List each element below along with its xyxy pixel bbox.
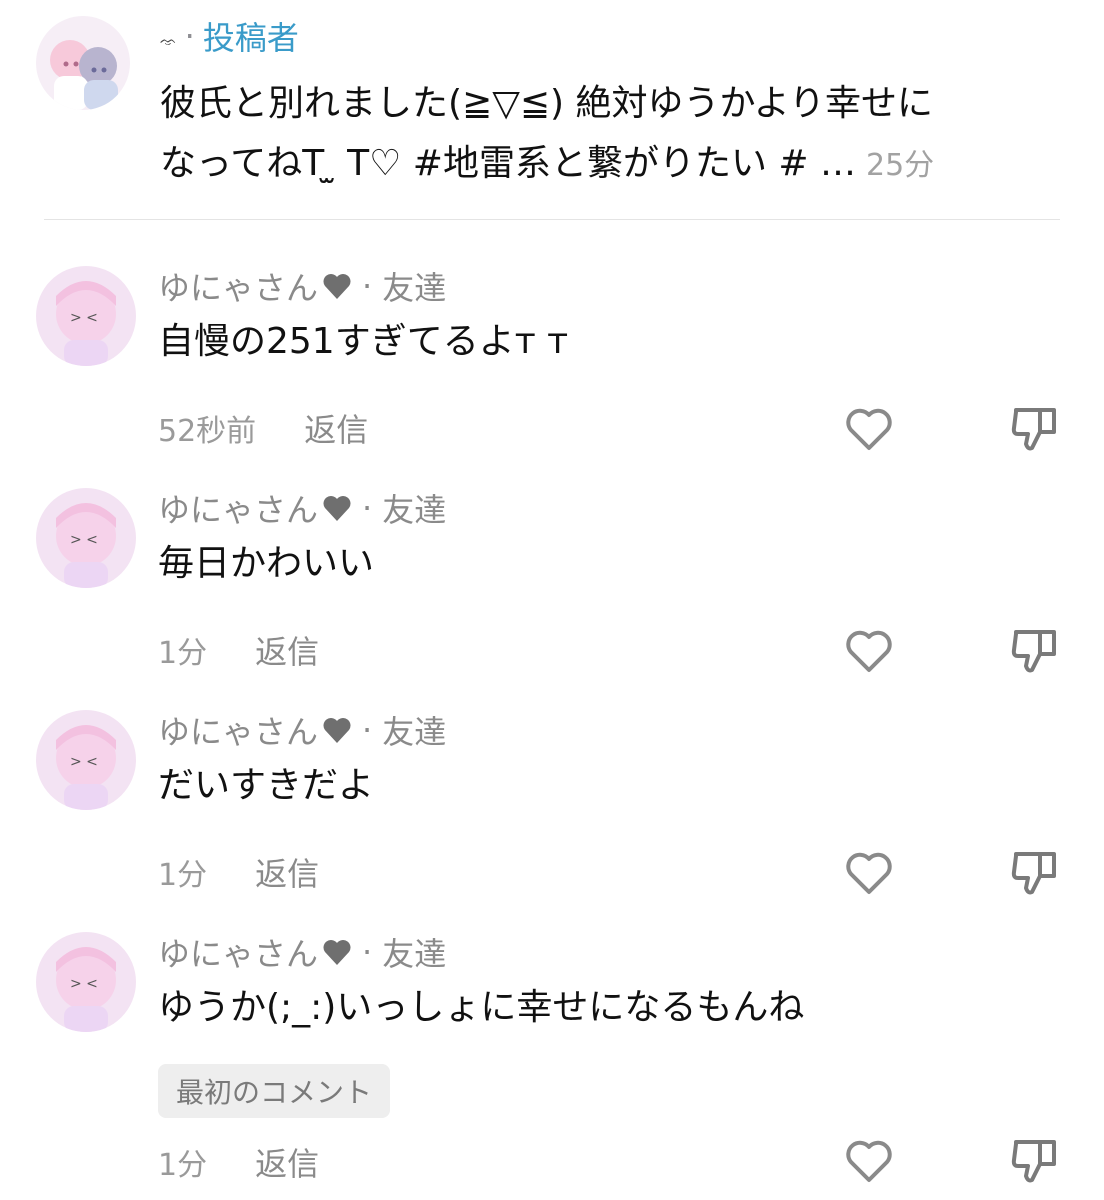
heart-outline-icon[interactable] [844,1138,894,1184]
comment-meta: 52秒前 返信 [158,405,368,451]
relation-label: 友達 [382,935,447,973]
heart-outline-icon[interactable] [844,406,894,452]
heart-icon [323,940,351,965]
heart-icon [323,496,351,521]
commenter-name-row: ゆにゃさん · 友達 [158,485,447,531]
commenter-avatar[interactable]: > < [36,932,136,1032]
comment-text[interactable]: だいすきだよ [158,756,374,808]
svg-text:> <: > < [70,754,98,770]
comment-text[interactable]: ゆうか(;_:)いっしょに幸せになるもんね [158,978,804,1030]
comment-time: 52秒前 [158,414,257,449]
heart-outline-icon[interactable] [844,628,894,674]
commenter-name[interactable]: ゆにゃさん [158,707,318,753]
name-separator: · [362,489,373,527]
thumbs-down-icon[interactable] [1010,404,1062,454]
comment-meta: 1分 返信 [158,1139,319,1185]
poster-handle[interactable]: ᨎ [160,33,177,49]
heart-icon [323,274,351,299]
svg-text:> <: > < [70,976,98,992]
commenter-name-row: ゆにゃさん · 友達 [158,929,447,975]
post-caption-line-2: なってねT ̫ T♡ #地雷系と繋がりたい # … 25分 [160,134,1050,196]
first-comment-badge: 最初のコメント [158,1064,391,1118]
commenter-avatar[interactable]: > < [36,488,136,588]
reply-button[interactable]: 返信 [255,849,319,895]
relation-label: 友達 [382,491,447,529]
comment-time: 1分 [158,636,208,671]
heart-icon [323,718,351,743]
thumbs-down-icon[interactable] [1010,848,1062,898]
relation-label: 友達 [382,269,447,307]
reply-button[interactable]: 返信 [255,627,319,673]
name-separator: · [362,933,373,971]
commenter-name[interactable]: ゆにゃさん [158,263,318,309]
comment-meta: 1分 返信 [158,627,319,673]
reply-button[interactable]: 返信 [304,405,368,451]
thumbs-down-icon[interactable] [1010,626,1062,676]
poster-avatar[interactable] [36,16,130,110]
relation-label: 友達 [382,713,447,751]
commenter-name-row: ゆにゃさん · 友達 [158,263,447,309]
post-caption-line-1: 彼氏と別れました(≧▽≦) 絶対ゆうかより幸せに [160,83,934,124]
svg-text:> <: > < [70,310,98,326]
commenter-name-row: ゆにゃさん · 友達 [158,707,447,753]
comment-text[interactable]: 毎日かわいい [158,534,374,586]
commenter-name[interactable]: ゆにゃさん [158,929,318,975]
name-separator: · [362,267,373,305]
commenter-avatar[interactable]: > < [36,266,136,366]
comment-time: 1分 [158,1148,208,1183]
divider [44,219,1060,220]
commenter-avatar[interactable]: > < [36,710,136,810]
comment-time: 1分 [158,858,208,893]
comment-text[interactable]: 自慢の251すぎてるよт т [158,312,568,364]
poster-role-label: 投稿者 [202,19,299,57]
post-time: 25分 [866,148,935,183]
thumbs-down-icon[interactable] [1010,1136,1062,1186]
commenter-name[interactable]: ゆにゃさん [158,485,318,531]
post-caption[interactable]: 彼氏と別れました(≧▽≦) 絶対ゆうかより幸せに なってねT ̫ T♡ #地雷系… [160,74,1050,196]
post-caption-line-2-text: なってねT ̫ T♡ #地雷系と繋がりたい # … [160,143,856,184]
poster-name-row: ᨎ · 投稿者 [160,16,299,57]
name-separator: · [362,711,373,749]
heart-outline-icon[interactable] [844,850,894,896]
poster-separator: · [184,17,195,55]
svg-text:> <: > < [70,532,98,548]
comment-meta: 1分 返信 [158,849,319,895]
reply-button[interactable]: 返信 [255,1139,319,1185]
